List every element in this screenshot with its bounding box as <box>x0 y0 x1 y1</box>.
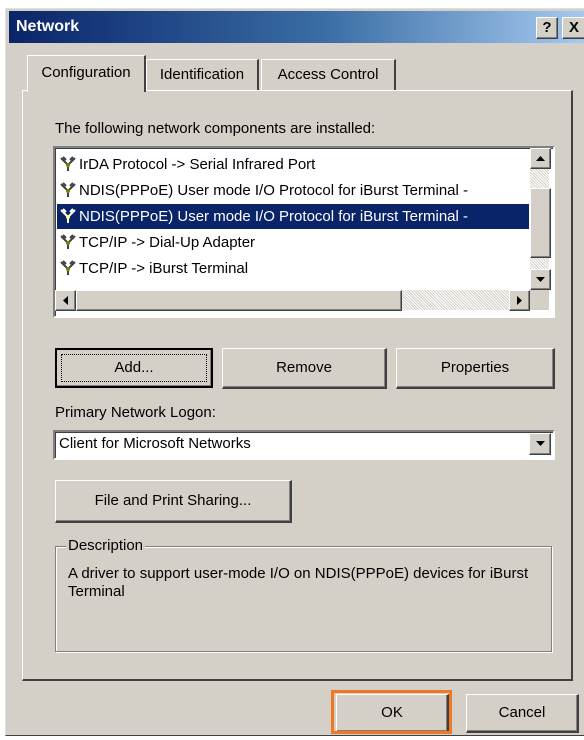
tab-access-control-label: Access Control <box>277 66 379 83</box>
arrow-down-icon <box>536 276 545 282</box>
help-button[interactable]: ? <box>536 17 558 39</box>
file-print-sharing-label: File and Print Sharing... <box>94 492 252 509</box>
protocol-icon <box>60 234 76 249</box>
logon-select[interactable]: Client for Microsoft Networks <box>53 430 555 460</box>
tab-configuration-label: Configuration <box>41 64 131 81</box>
list-item[interactable]: IrDA Protocol -> Serial Infrared Port <box>57 152 529 177</box>
description-text: A driver to support user-mode I/O on NDI… <box>68 565 529 600</box>
arrow-up-icon <box>536 155 545 161</box>
cancel-button[interactable]: Cancel <box>466 694 579 733</box>
help-icon: ? <box>542 19 552 36</box>
vertical-scroll-thumb[interactable] <box>530 188 551 258</box>
list-item-label: TCP/IP -> Dial-Up Adapter <box>79 234 256 251</box>
horizontal-scroll-thumb[interactable] <box>76 290 402 311</box>
cancel-button-label: Cancel <box>498 704 546 721</box>
tab-identification-label: Identification <box>159 66 245 83</box>
components-label: The following network components are ins… <box>55 120 376 137</box>
remove-button-label: Remove <box>276 359 332 376</box>
tab-identification[interactable]: Identification <box>146 59 259 90</box>
tab-configuration[interactable]: Configuration <box>27 55 146 92</box>
protocol-icon <box>60 156 76 171</box>
list-item-label: NDIS(PPPoE) User mode I/O Protocol for i… <box>79 208 469 225</box>
list-item[interactable]: TCP/IP -> iBurst Terminal <box>57 256 529 281</box>
list-item[interactable]: NDIS(PPPoE) User mode I/O Protocol for i… <box>57 178 529 203</box>
logon-dropdown-button[interactable] <box>529 433 551 455</box>
scroll-right-button[interactable] <box>509 290 530 311</box>
remove-button[interactable]: Remove <box>222 348 387 389</box>
add-button[interactable]: Add... <box>55 348 213 388</box>
description-group-label: Description <box>66 537 146 554</box>
components-listbox[interactable]: IrDA Protocol -> Serial Infrared Port ND… <box>53 146 555 318</box>
description-group: Description A driver to support user-mod… <box>55 537 552 652</box>
focus-rect <box>61 354 207 382</box>
window-title: Network <box>16 18 80 35</box>
list-item[interactable]: TCP/IP -> Dial-Up Adapter <box>57 230 529 255</box>
protocol-icon <box>60 208 76 223</box>
file-print-sharing-button[interactable]: File and Print Sharing... <box>55 480 292 523</box>
protocol-icon <box>60 260 76 275</box>
arrow-right-icon <box>516 296 522 305</box>
scrollbar-corner <box>530 290 549 310</box>
scroll-left-button[interactable] <box>55 290 76 311</box>
tab-access-control[interactable]: Access Control <box>261 59 396 90</box>
close-button[interactable]: X <box>562 17 584 39</box>
properties-button-label: Properties <box>440 359 510 376</box>
arrow-left-icon <box>62 296 68 305</box>
list-item-label: NDIS(PPPoE) User mode I/O Protocol for i… <box>79 182 469 199</box>
scroll-up-button[interactable] <box>530 148 551 169</box>
scroll-down-button[interactable] <box>530 269 551 290</box>
chevron-down-icon <box>535 441 545 446</box>
list-item-label: TCP/IP -> iBurst Terminal <box>79 260 249 277</box>
properties-button[interactable]: Properties <box>396 348 555 389</box>
logon-select-value: Client for Microsoft Networks <box>59 435 251 452</box>
ok-highlight-box <box>331 690 452 734</box>
title-bar[interactable]: Network ? X <box>9 11 584 43</box>
protocol-icon <box>60 182 76 197</box>
list-item-label: IrDA Protocol -> Serial Infrared Port <box>79 156 316 173</box>
list-item-selected[interactable]: NDIS(PPPoE) User mode I/O Protocol for i… <box>57 204 529 229</box>
close-icon: X <box>568 19 579 36</box>
logon-label: Primary Network Logon: <box>55 404 216 421</box>
